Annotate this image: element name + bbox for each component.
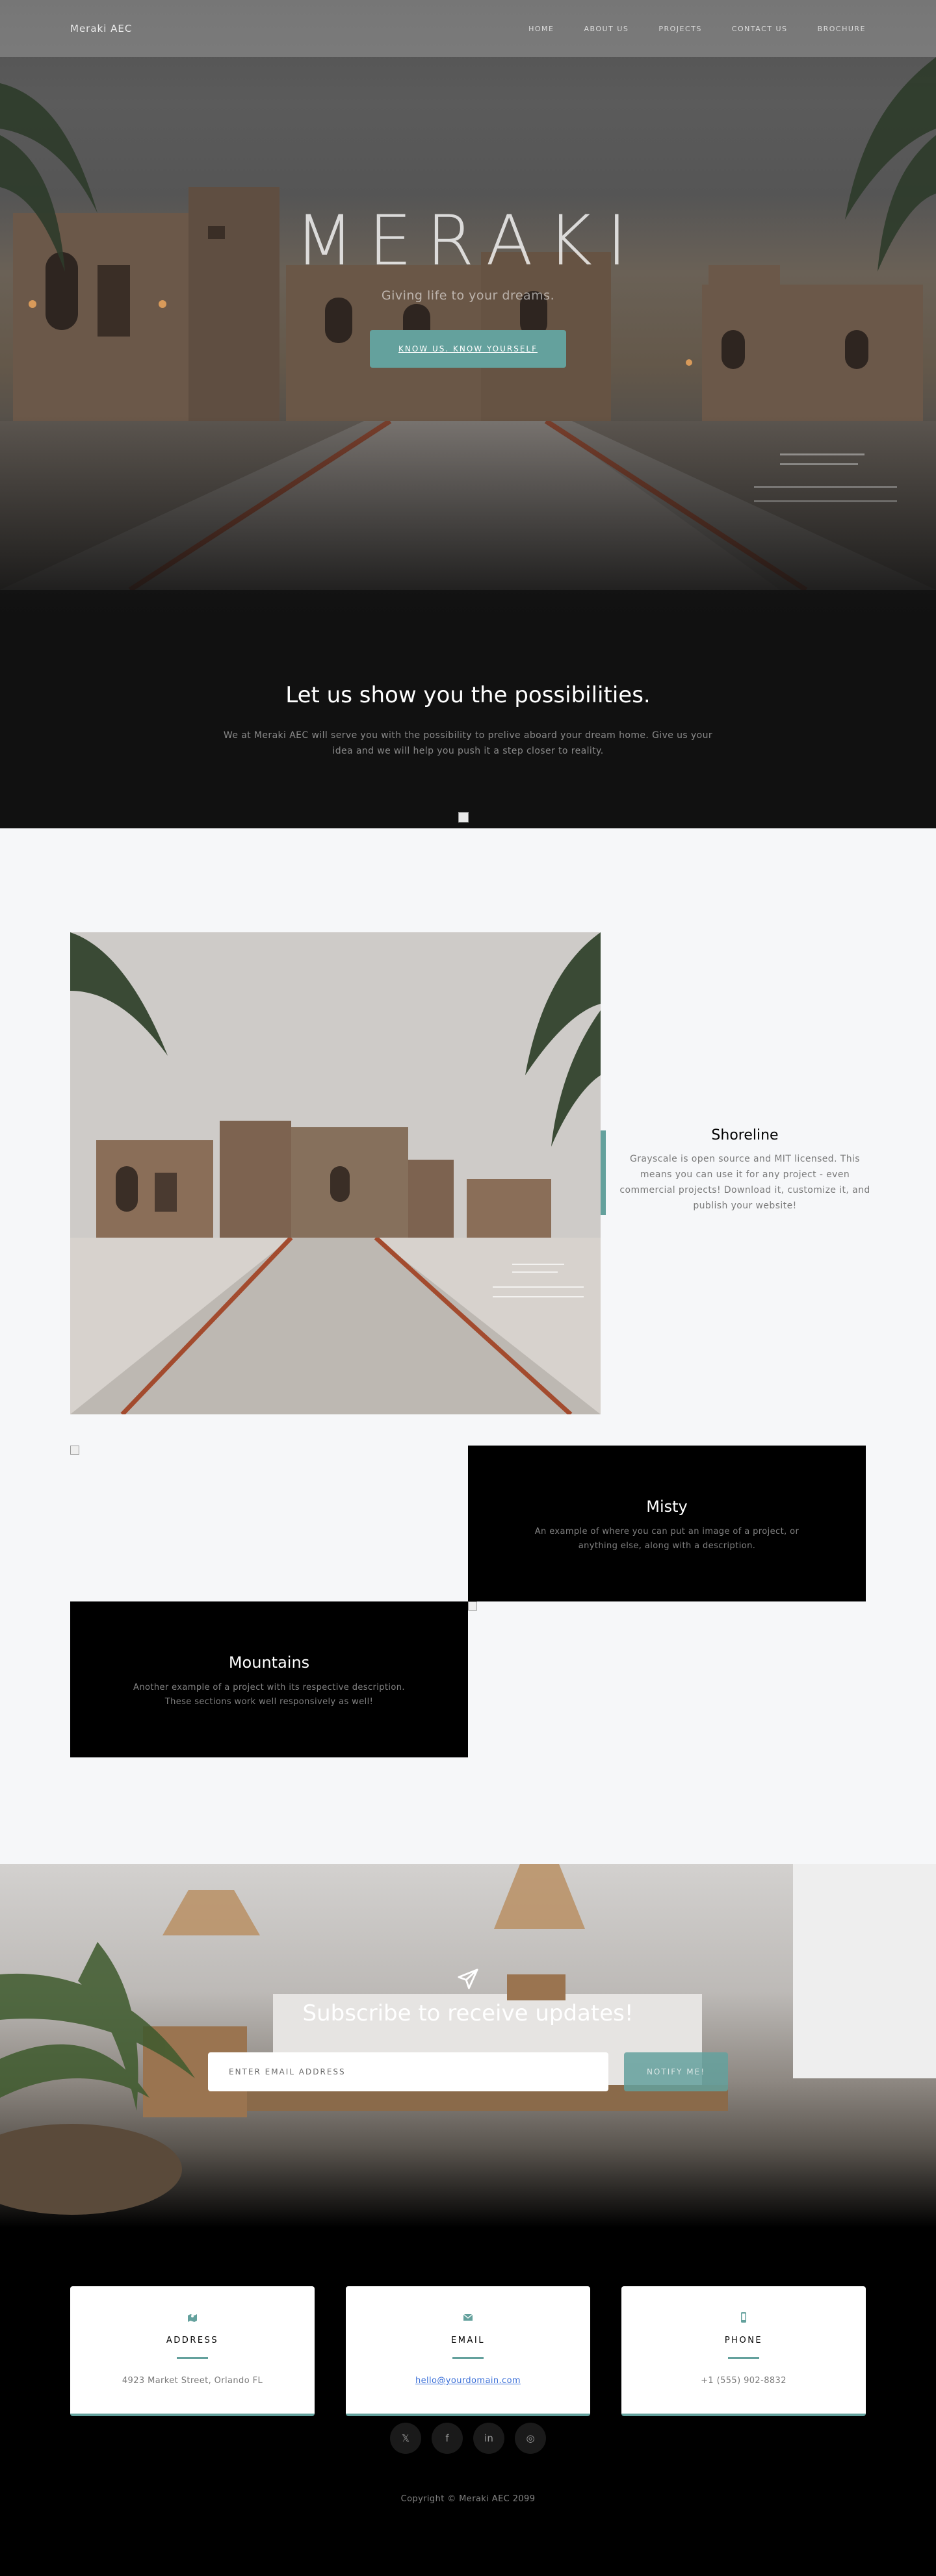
nav-link-home[interactable]: Home <box>528 25 554 33</box>
signup-heading: Subscribe to receive updates! <box>302 2000 634 2026</box>
nav-link-projects[interactable]: Projects <box>658 25 702 33</box>
featured-project-text: Shoreline Grayscale is open source and M… <box>614 1127 876 1214</box>
phone-value: +1 (555) 902-8832 <box>701 2376 786 2386</box>
projects-section: Shoreline Grayscale is open source and M… <box>0 828 936 1864</box>
nav-links: Home About Us Projects Contact Us Brochu… <box>528 25 866 33</box>
brand-logo[interactable]: Meraki AEC <box>70 23 132 34</box>
project-tile-mountains: Mountains Another example of a project w… <box>70 1601 468 1757</box>
broken-image-icon <box>468 1601 477 1611</box>
about-text: We at Meraki AEC will serve you with the… <box>223 730 713 756</box>
email-link[interactable]: hello@yourdomain.com <box>415 2376 521 2386</box>
featured-accent-bar <box>601 1130 606 1215</box>
bedroom-background-image <box>0 1864 936 2215</box>
address-label: Address <box>166 2336 219 2345</box>
hero-content: MERAKI Giving life to your dreams. Know … <box>0 207 936 368</box>
notify-button[interactable]: Notify Me! <box>624 2052 728 2091</box>
contact-section: Address 4923 Market Street, Orlando FL E… <box>0 2228 936 2576</box>
nav-link-contact[interactable]: Contact Us <box>732 25 788 33</box>
hero-gradient-overlay <box>0 416 936 624</box>
hero-title: MERAKI <box>294 201 642 281</box>
whatsapp-icon[interactable]: ◎ <box>515 2423 546 2454</box>
about-heading: Let us show you the possibilities. <box>285 682 651 708</box>
divider <box>177 2357 208 2359</box>
nav-link-brochure[interactable]: Brochure <box>818 25 866 33</box>
signup-section: Subscribe to receive updates! Notify Me! <box>0 1864 936 2228</box>
email-card: Email hello@yourdomain.com <box>346 2286 590 2416</box>
facebook-icon[interactable]: f <box>432 2423 463 2454</box>
project-title: Mountains <box>228 1653 310 1672</box>
featured-project-image <box>70 932 601 1414</box>
map-marked-icon <box>188 2314 197 2322</box>
featured-project-title: Shoreline <box>711 1127 779 1143</box>
address-card: Address 4923 Market Street, Orlando FL <box>70 2286 315 2416</box>
broken-image-icon <box>458 812 469 823</box>
project-title: Misty <box>646 1498 688 1516</box>
email-value: hello@yourdomain.com <box>346 2376 590 2386</box>
copyright-text: Copyright © Meraki AEC 2099 <box>400 2494 536 2504</box>
about-section: Let us show you the possibilities. We at… <box>0 682 936 759</box>
envelope-icon <box>463 2314 473 2321</box>
featured-project-description: Grayscale is open source and MIT license… <box>619 1154 870 1211</box>
address-value: 4923 Market Street, Orlando FL <box>122 2376 263 2386</box>
signup-form: Notify Me! <box>208 2052 728 2091</box>
twitter-icon[interactable]: 𝕏 <box>390 2423 421 2454</box>
paper-plane-icon <box>458 1969 478 1989</box>
main-nav: Meraki AEC Home About Us Projects Contac… <box>0 0 936 57</box>
hero-subtitle: Giving life to your dreams. <box>381 288 555 303</box>
divider <box>728 2357 759 2359</box>
project-tile-misty: Misty An example of where you can put an… <box>468 1446 866 1601</box>
phone-label: Phone <box>724 2336 763 2345</box>
linkedin-icon[interactable]: in <box>473 2423 504 2454</box>
nav-link-about[interactable]: About Us <box>584 25 629 33</box>
social-links: 𝕏 f in ◎ <box>0 2423 936 2454</box>
divider <box>452 2357 484 2359</box>
hero-section: MERAKI Giving life to your dreams. Know … <box>0 0 936 828</box>
email-input[interactable] <box>208 2052 608 2091</box>
email-label: Email <box>451 2336 485 2345</box>
phone-card: Phone +1 (555) 902-8832 <box>621 2286 866 2416</box>
project-description: An example of where you can put an image… <box>534 1527 800 1551</box>
signup-content: Subscribe to receive updates! <box>0 1968 936 2026</box>
mobile-icon <box>741 2312 746 2323</box>
broken-image-icon <box>70 1446 79 1455</box>
know-us-button[interactable]: Know us. Know yourself <box>370 330 566 368</box>
project-description: Another example of a project with its re… <box>133 1683 405 1707</box>
